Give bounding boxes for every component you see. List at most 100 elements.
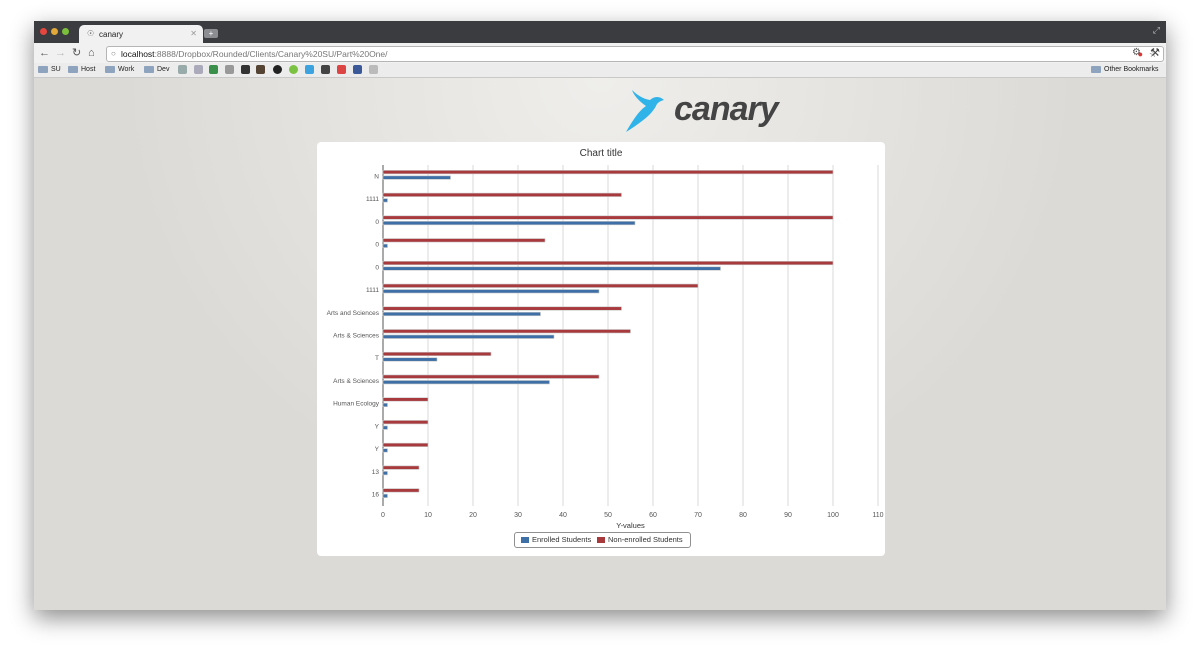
bar-enrolled: [382, 311, 541, 317]
x-tick-label: 70: [694, 512, 702, 519]
bar-enrolled: [382, 175, 451, 180]
settings-icon[interactable]: ⚙: [1132, 46, 1141, 60]
forward-arrow-icon[interactable]: →: [55, 46, 66, 60]
bar-non-enrolled: [382, 261, 834, 266]
chart-card: Chart title 0 10 20 30 40 50 60 70 80 90 100 110 Y-v…: [317, 142, 885, 556]
bar-non-enrolled: [382, 374, 600, 379]
legend-label-non-enrolled: Non-enrolled Students: [608, 535, 683, 544]
category-label: Human Ecology: [333, 401, 380, 408]
bookmark-site-icon[interactable]: [369, 65, 378, 74]
bar-non-enrolled: [382, 329, 631, 334]
x-tick-label: 10: [424, 512, 432, 519]
bookmark-site-icon[interactable]: [273, 65, 282, 74]
url-host: localhost: [121, 49, 155, 59]
bar-enrolled: [382, 448, 388, 453]
facebook-icon[interactable]: [353, 65, 362, 74]
browser-toolbar: ← → ↻ ⌂ ○ localhost:8888/Dropbox/Rounded…: [34, 43, 1166, 63]
legend-swatch-non-enrolled: [597, 537, 605, 543]
tab-close-icon[interactable]: ✕: [190, 29, 197, 38]
category-label: 0: [375, 219, 379, 226]
bar-enrolled: [382, 289, 600, 294]
bar-non-enrolled: [382, 420, 429, 425]
x-tick-label: 60: [649, 512, 657, 519]
bookmark-folder-dev[interactable]: Dev: [144, 66, 169, 74]
folder-icon: [1091, 66, 1101, 73]
x-tick-label: 100: [827, 512, 839, 519]
bookmark-label: Work: [118, 66, 135, 73]
x-tick-label: 30: [514, 512, 522, 519]
title-bar: ☉ canary ✕ + ⤢: [34, 21, 1166, 43]
zoom-window-button[interactable]: [62, 28, 69, 35]
browser-tab[interactable]: ☉ canary ✕: [79, 25, 203, 43]
bar-enrolled: [382, 334, 555, 339]
bar-enrolled: [382, 243, 388, 248]
home-icon[interactable]: ⌂: [88, 46, 95, 60]
bookmark-site-icon[interactable]: [225, 65, 234, 74]
bookmark-site-icon[interactable]: [256, 65, 265, 74]
url-path: :8888/Dropbox/Rounded/Clients/Canary%20S…: [154, 49, 388, 59]
category-label: Y: [375, 446, 380, 453]
bookmark-folder-host[interactable]: Host: [68, 66, 95, 74]
bookmark-label: Dev: [157, 66, 170, 73]
bookmark-globe-icon[interactable]: [194, 65, 203, 74]
bar-enrolled: [382, 471, 388, 476]
category-label: 16: [372, 492, 380, 499]
address-bar[interactable]: ○ localhost:8888/Dropbox/Rounded/Clients…: [106, 46, 1164, 62]
bar-chart: 0 10 20 30 40 50 60 70 80 90 100 110 Y-values N 1111 0 0…: [327, 165, 884, 530]
reload-icon[interactable]: ↻: [72, 46, 81, 60]
category-label: Arts & Sciences: [333, 333, 380, 340]
folder-icon: [105, 66, 115, 73]
browser-window: ☉ canary ✕ + ⤢ ← → ↻ ⌂ ○ localhost:8888/…: [34, 21, 1166, 610]
close-window-button[interactable]: [40, 28, 47, 35]
twitter-bird-icon[interactable]: [305, 65, 314, 74]
bookmarks-bar: SU Host Work Dev Other Bookmarks: [34, 63, 1166, 78]
category-label: N: [374, 173, 379, 180]
bar-enrolled: [382, 380, 550, 385]
bar-enrolled: [382, 221, 636, 226]
bar-non-enrolled: [382, 488, 420, 493]
bar-non-enrolled: [382, 442, 429, 447]
x-axis-title: Y-values: [616, 521, 645, 530]
category-label: Arts & Sciences: [333, 378, 380, 385]
minimize-window-button[interactable]: [51, 28, 58, 35]
bookmark-site-icon[interactable]: [209, 65, 218, 74]
page-content: canary Chart title 0 10 20 30 40 50 60 70 80 90 10…: [34, 78, 1166, 610]
wrench-icon[interactable]: ⚒: [1150, 46, 1160, 59]
page-info-icon: ○: [111, 49, 116, 58]
bar-non-enrolled: [382, 306, 622, 311]
x-tick-label: 40: [559, 512, 567, 519]
chart-legend[interactable]: Enrolled Students Non-enrolled Students: [514, 532, 691, 548]
category-label: 13: [372, 469, 380, 476]
bar-enrolled: [382, 357, 438, 362]
bookmark-plus-icon[interactable]: [321, 65, 330, 74]
gmail-icon[interactable]: [337, 65, 346, 74]
fullscreen-icon[interactable]: ⤢: [1153, 25, 1160, 36]
new-tab-button[interactable]: +: [204, 29, 218, 38]
bar-enrolled: [382, 402, 388, 408]
bookmark-site-icon[interactable]: [241, 65, 250, 74]
bar-non-enrolled: [382, 215, 834, 220]
back-arrow-icon[interactable]: ←: [39, 46, 50, 60]
category-label: Arts and Sciences: [327, 310, 380, 317]
bar-enrolled: [382, 425, 388, 430]
folder-icon: [144, 66, 154, 73]
other-bookmarks-folder[interactable]: Other Bookmarks: [1091, 66, 1158, 74]
tab-title: canary: [99, 30, 124, 39]
category-label: 1111: [366, 196, 379, 203]
legend-swatch-enrolled: [521, 537, 529, 543]
bar-enrolled: [382, 266, 721, 271]
bar-enrolled: [382, 198, 388, 203]
x-tick-label: 80: [739, 512, 747, 519]
folder-icon: [68, 66, 78, 73]
category-label: 1111: [366, 287, 379, 294]
bookmark-globe-icon[interactable]: [178, 65, 187, 74]
canary-logo[interactable]: canary: [624, 88, 794, 132]
x-tick-label: 20: [469, 512, 477, 519]
category-label: Y: [375, 423, 380, 430]
bookmark-folder-work[interactable]: Work: [105, 66, 134, 74]
bookmark-leaf-icon[interactable]: [289, 65, 298, 74]
category-label: 0: [375, 264, 379, 271]
bar-non-enrolled: [382, 397, 429, 402]
bookmark-folder-su[interactable]: SU: [38, 66, 61, 74]
category-label: T: [375, 355, 379, 362]
